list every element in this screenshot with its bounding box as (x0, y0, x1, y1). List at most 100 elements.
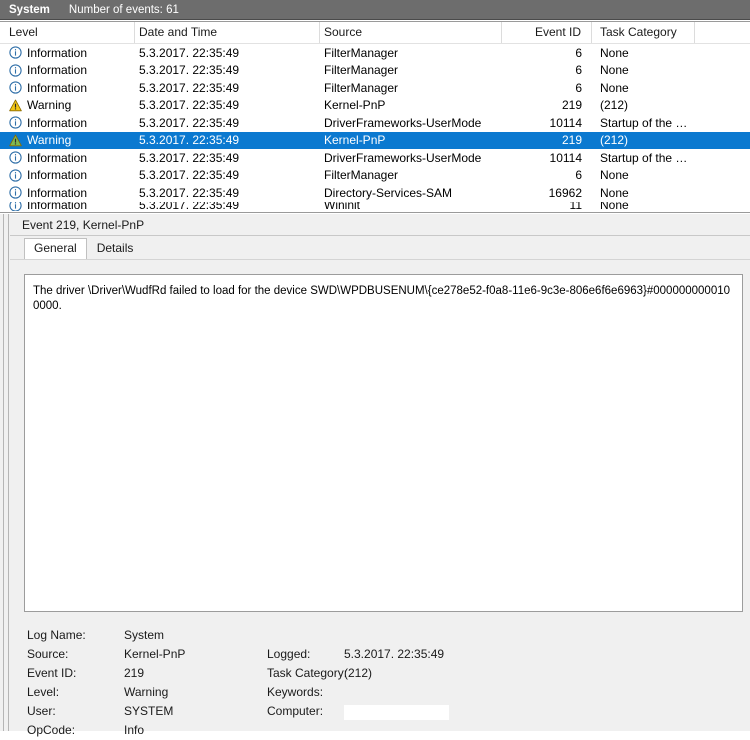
column-header-level[interactable]: Level (0, 22, 135, 43)
event-count-label: Number of events: 61 (68, 3, 179, 16)
information-icon (9, 151, 22, 164)
information-icon (9, 81, 22, 94)
detail-field-label: Computer: (267, 704, 324, 718)
column-header-filler (695, 22, 730, 43)
event-detail-title: Event 219, Kernel-PnP (10, 214, 750, 236)
cell-level-label: Information (27, 201, 88, 211)
cell-source: Kernel-PnP (324, 133, 386, 148)
cell-date-and-time: 5.3.2017. 22:35:49 (139, 98, 240, 113)
table-row[interactable]: Information 5.3.2017. 22:35:49 Directory-S… (0, 184, 750, 202)
information-icon (9, 186, 22, 199)
cell-level-label: Information (27, 150, 88, 165)
cell-event-id: 6 (575, 45, 582, 60)
table-row[interactable]: Warning 5.3.2017. 22:35:49 Kernel-PnP 219 (2… (0, 131, 750, 149)
cell-date-and-time: 5.3.2017. 22:35:49 (139, 168, 240, 183)
tab-general[interactable]: General (24, 238, 87, 259)
tab-details[interactable]: Details (87, 238, 144, 259)
cell-level-label: Information (27, 185, 88, 200)
table-row-partial[interactable]: Information 5.3.2017. 22:35:49 Wininit 11 No… (0, 201, 750, 211)
cell-date-and-time: 5.3.2017. 22:35:49 (139, 150, 240, 165)
cell-level: Information (0, 116, 135, 130)
redacted-computer-name (344, 705, 449, 720)
detail-field-row: Computer: (10, 702, 750, 721)
cell-source: Kernel-PnP (324, 98, 386, 113)
cell-task-category: None (600, 185, 629, 200)
table-row[interactable]: Information 5.3.2017. 22:35:49 FilterManag… (0, 62, 750, 80)
cell-date-and-time: 5.3.2017. 22:35:49 (139, 133, 240, 148)
cell-source: Directory-Services-SAM (324, 185, 453, 200)
cell-task-category: None (600, 80, 629, 95)
detail-tabstrip: General Details (10, 237, 750, 259)
cell-source: DriverFrameworks-UserMode (324, 150, 482, 165)
cell-date-and-time: 5.3.2017. 22:35:49 (139, 115, 240, 130)
events-row-clipped-container: Information 5.3.2017. 22:35:49 Wininit 11 No… (0, 201, 750, 211)
information-icon (9, 64, 22, 77)
cell-level-label: Warning (27, 133, 72, 148)
table-row[interactable]: Information 5.3.2017. 22:35:49 DriverFrame… (0, 114, 750, 132)
event-fields-area: Log Name: System Source: Kernel-PnP Event ID… (10, 626, 750, 737)
cell-event-id: 6 (575, 80, 582, 95)
cell-event-id: 16962 (548, 185, 582, 200)
warning-icon (9, 99, 22, 112)
events-list-pane[interactable]: Level Date and Time Source Event ID Task… (0, 21, 750, 213)
cell-date-and-time: 5.3.2017. 22:35:49 (139, 45, 240, 60)
cell-task-category: Startup of the UM... (600, 150, 695, 165)
cell-event-id: 6 (575, 63, 582, 78)
cell-level: Information (0, 63, 135, 77)
detail-field-value: System (124, 628, 165, 642)
cell-task-category: None (600, 45, 629, 60)
table-row[interactable]: Information 5.3.2017. 22:35:49 FilterManag… (0, 44, 750, 62)
cell-task-category: None (600, 168, 629, 183)
cell-source: DriverFrameworks-UserMode (324, 115, 482, 130)
cell-level: Information (0, 186, 135, 200)
detail-field-label: Task Category: (267, 666, 348, 680)
cell-level: Information (0, 46, 135, 60)
detail-field-label: Logged: (267, 647, 311, 661)
table-row[interactable]: Information 5.3.2017. 22:35:49 FilterManag… (0, 167, 750, 185)
cell-source: FilterManager (324, 63, 399, 78)
cell-task-category: None (600, 201, 629, 211)
cell-task-category: None (600, 63, 629, 78)
column-header-task-category[interactable]: Task Category (592, 22, 695, 43)
cell-level-label: Information (27, 45, 88, 60)
table-row[interactable]: Information 5.3.2017. 22:35:49 DriverFrame… (0, 149, 750, 167)
cell-task-category: Startup of the UM... (600, 115, 695, 130)
pane-splitter[interactable] (0, 214, 9, 731)
cell-date-and-time: 5.3.2017. 22:35:49 (139, 201, 240, 211)
column-header-event-id[interactable]: Event ID (502, 22, 592, 43)
cell-event-id: 11 (569, 201, 582, 211)
cell-level: Information (0, 168, 135, 182)
cell-date-and-time: 5.3.2017. 22:35:49 (139, 185, 240, 200)
detail-field-row: Log Name: System (10, 626, 750, 645)
cell-event-id: 219 (561, 98, 582, 113)
events-list-header: Level Date and Time Source Event ID Task… (0, 22, 750, 44)
cell-event-id: 10114 (549, 115, 582, 130)
detail-field-label: Keywords: (267, 685, 324, 699)
log-name-label: System (9, 3, 50, 16)
column-header-date-and-time[interactable]: Date and Time (135, 22, 320, 43)
cell-level: Information (0, 151, 135, 165)
cell-source: FilterManager (324, 45, 399, 60)
table-row[interactable]: Information 5.3.2017. 22:35:49 FilterManag… (0, 79, 750, 97)
detail-field-value: (212) (344, 666, 373, 680)
cell-source: FilterManager (324, 168, 399, 183)
cell-level-label: Information (27, 115, 88, 130)
table-row[interactable]: Information 5.3.2017. 22:35:49 Wininit 11 No… (0, 201, 750, 211)
cell-source: FilterManager (324, 80, 399, 95)
information-icon (9, 201, 22, 211)
cell-event-id: 6 (575, 168, 582, 183)
cell-source: Wininit (324, 201, 361, 211)
warning-icon (9, 134, 22, 147)
detail-field-row: Task Category: (212) (10, 664, 750, 683)
detail-field-row: Logged: 5.3.2017. 22:35:49 (10, 645, 750, 664)
cell-task-category: (212) (600, 133, 629, 148)
detail-field-row: Keywords: (10, 683, 750, 702)
table-row[interactable]: Warning 5.3.2017. 22:35:49 Kernel-PnP 219 (2… (0, 97, 750, 115)
events-rows-container: Information 5.3.2017. 22:35:49 FilterManag… (0, 44, 750, 202)
cell-level: Warning (0, 133, 135, 147)
cell-level-label: Information (27, 63, 88, 78)
cell-date-and-time: 5.3.2017. 22:35:49 (139, 80, 240, 95)
event-message-box[interactable]: The driver \Driver\WudfRd failed to load… (24, 274, 743, 612)
information-icon (9, 169, 22, 182)
column-header-source[interactable]: Source (320, 22, 502, 43)
